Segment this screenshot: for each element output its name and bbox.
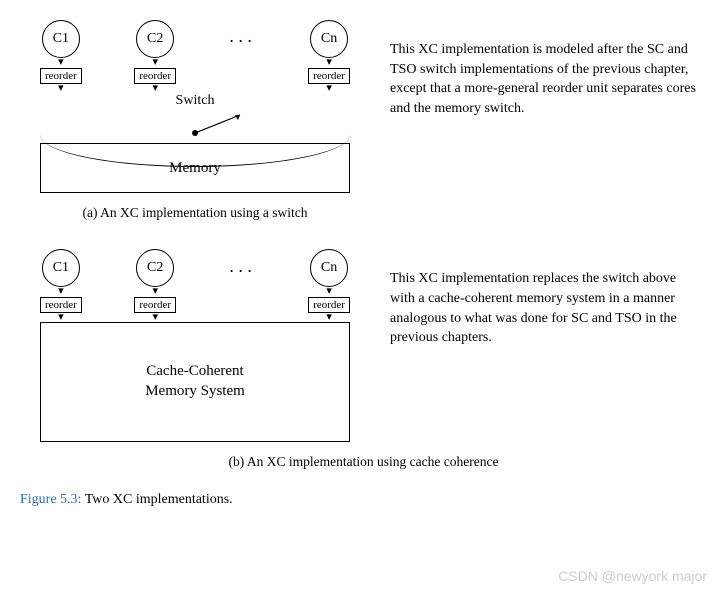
panel-cache: C1 ▾ reorder ▾ C2 ▾ reorder ▾ ··· Cn ▾ r… xyxy=(20,249,707,441)
arrow-down-icon: ▾ xyxy=(58,59,64,67)
core-circle: Cn xyxy=(310,249,348,287)
arrow-down-icon: ▾ xyxy=(58,314,64,322)
cache-coherent-box: Cache-Coherent Memory System xyxy=(40,322,350,442)
core-circle: C2 xyxy=(136,249,174,287)
caption-a: (a) An XC implementation using a switch xyxy=(20,205,370,221)
switch-area: Switch xyxy=(20,91,370,141)
watermark: CSDN @newyork major xyxy=(558,568,707,584)
arrow-down-icon: ▾ xyxy=(326,59,332,67)
description-a: This XC implementation is modeled after … xyxy=(370,20,707,118)
arrow-down-icon: ▾ xyxy=(152,59,158,67)
core-c2: C2 ▾ reorder ▾ xyxy=(134,20,176,93)
arrow-down-icon: ▾ xyxy=(58,288,64,296)
diagram-b: C1 ▾ reorder ▾ C2 ▾ reorder ▾ ··· Cn ▾ r… xyxy=(20,249,370,441)
caption-b: (b) An XC implementation using cache coh… xyxy=(20,454,707,470)
arrow-down-icon: ▾ xyxy=(152,314,158,322)
ellipsis: ··· xyxy=(229,261,256,312)
figure-text: Two XC implementations. xyxy=(81,492,232,507)
box-line: Memory System xyxy=(145,382,245,402)
figure-number: Figure 5.3: xyxy=(20,492,81,507)
ellipsis: ··· xyxy=(229,31,256,82)
core-cn: Cn ▾ reorder ▾ xyxy=(308,249,350,322)
arrow-down-icon: ▾ xyxy=(326,314,332,322)
switch-label: Switch xyxy=(172,93,219,109)
core-circle: C1 xyxy=(42,249,80,287)
core-cn: Cn ▾ reorder ▾ xyxy=(308,20,350,93)
cores-row-a: C1 ▾ reorder ▾ C2 ▾ reorder ▾ ··· Cn ▾ r… xyxy=(20,20,370,93)
core-c1: C1 ▾ reorder ▾ xyxy=(40,20,82,93)
core-c2: C2 ▾ reorder ▾ xyxy=(134,249,176,322)
core-circle: C1 xyxy=(42,20,80,58)
core-circle: Cn xyxy=(310,20,348,58)
box-line: Cache-Coherent xyxy=(146,362,243,382)
core-c1: C1 ▾ reorder ▾ xyxy=(40,249,82,322)
arrow-down-icon: ▾ xyxy=(326,288,332,296)
figure-caption: Figure 5.3: Two XC implementations. xyxy=(20,492,707,508)
arrow-down-icon: ▾ xyxy=(152,288,158,296)
core-circle: C2 xyxy=(136,20,174,58)
cores-row-b: C1 ▾ reorder ▾ C2 ▾ reorder ▾ ··· Cn ▾ r… xyxy=(20,249,370,322)
description-b: This XC implementation replaces the swit… xyxy=(370,249,707,347)
panel-switch: C1 ▾ reorder ▾ C2 ▾ reorder ▾ ··· Cn ▾ r… xyxy=(20,20,707,239)
diagram-a: C1 ▾ reorder ▾ C2 ▾ reorder ▾ ··· Cn ▾ r… xyxy=(20,20,370,239)
